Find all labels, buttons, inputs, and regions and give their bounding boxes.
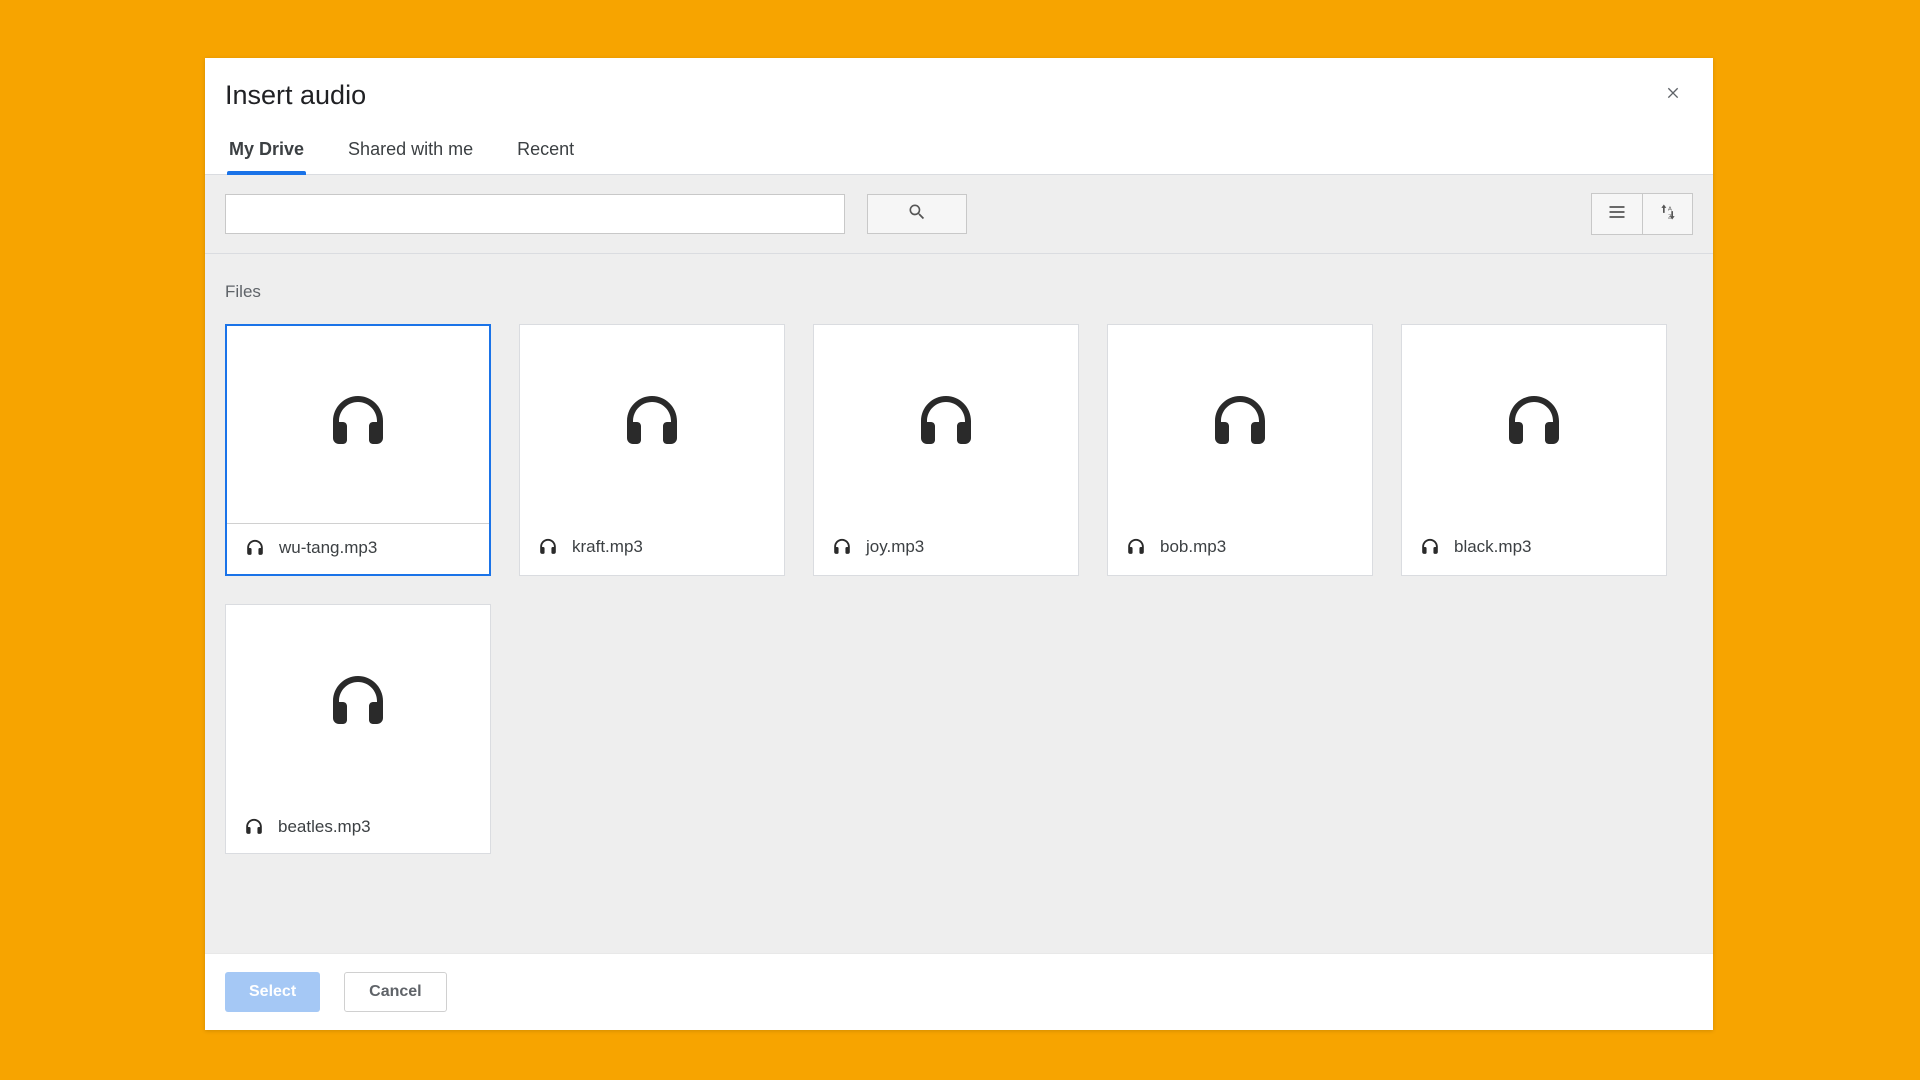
- file-thumbnail: [520, 325, 784, 523]
- search-button[interactable]: [867, 194, 967, 234]
- headphones-icon: [538, 537, 558, 557]
- picker-toolbar: A Z: [205, 174, 1713, 254]
- close-icon: [1665, 83, 1681, 105]
- file-meta: joy.mp3: [814, 523, 1078, 573]
- file-meta: kraft.mp3: [520, 523, 784, 573]
- list-view-button[interactable]: [1592, 194, 1642, 234]
- svg-text:Z: Z: [1668, 214, 1672, 220]
- headphones-icon: [326, 390, 390, 459]
- file-card[interactable]: black.mp3: [1401, 324, 1667, 576]
- file-meta: black.mp3: [1402, 523, 1666, 573]
- headphones-icon: [245, 538, 265, 558]
- headphones-icon: [326, 670, 390, 739]
- headphones-icon: [1502, 390, 1566, 459]
- file-meta: beatles.mp3: [226, 803, 490, 853]
- file-browser[interactable]: Files wu-tang.mp3 kraft.mp3 joy.mp3 bob.mp3…: [205, 254, 1713, 953]
- headphones-icon: [244, 817, 264, 837]
- file-name: beatles.mp3: [278, 817, 371, 837]
- search-icon: [907, 202, 927, 227]
- headphones-icon: [1420, 537, 1440, 557]
- tab-shared-with-me[interactable]: Shared with me: [346, 139, 475, 174]
- file-card[interactable]: bob.mp3: [1107, 324, 1373, 576]
- tab-my-drive[interactable]: My Drive: [227, 139, 306, 174]
- picker-tabs: My Drive Shared with me Recent: [225, 139, 1693, 174]
- sort-button[interactable]: A Z: [1642, 194, 1692, 234]
- list-icon: [1607, 202, 1627, 227]
- select-button[interactable]: Select: [225, 972, 320, 1012]
- dialog-header: Insert audio My Drive Shared with me Recen…: [205, 58, 1713, 174]
- file-name: kraft.mp3: [572, 537, 643, 557]
- svg-text:A: A: [1668, 206, 1672, 212]
- file-card[interactable]: beatles.mp3: [225, 604, 491, 854]
- files-section-label: Files: [225, 282, 1693, 302]
- file-name: black.mp3: [1454, 537, 1531, 557]
- file-name: bob.mp3: [1160, 537, 1226, 557]
- file-name: joy.mp3: [866, 537, 924, 557]
- close-button[interactable]: [1661, 84, 1685, 108]
- headphones-icon: [914, 390, 978, 459]
- file-grid: wu-tang.mp3 kraft.mp3 joy.mp3 bob.mp3 black.…: [225, 324, 1693, 854]
- file-name: wu-tang.mp3: [279, 538, 377, 558]
- file-card[interactable]: wu-tang.mp3: [225, 324, 491, 576]
- headphones-icon: [832, 537, 852, 557]
- search-input[interactable]: [225, 194, 845, 234]
- dialog-title: Insert audio: [225, 80, 1693, 111]
- file-thumbnail: [226, 605, 490, 803]
- file-card[interactable]: kraft.mp3: [519, 324, 785, 576]
- file-card[interactable]: joy.mp3: [813, 324, 1079, 576]
- tab-recent[interactable]: Recent: [515, 139, 576, 174]
- headphones-icon: [1126, 537, 1146, 557]
- cancel-button[interactable]: Cancel: [344, 972, 446, 1012]
- headphones-icon: [1208, 390, 1272, 459]
- file-meta: bob.mp3: [1108, 523, 1372, 573]
- file-thumbnail: [227, 326, 489, 524]
- view-toggle-group: A Z: [1591, 193, 1693, 235]
- headphones-icon: [620, 390, 684, 459]
- insert-audio-dialog: Insert audio My Drive Shared with me Recen…: [205, 58, 1713, 1030]
- file-thumbnail: [1108, 325, 1372, 523]
- file-thumbnail: [1402, 325, 1666, 523]
- dialog-footer: Select Cancel: [205, 953, 1713, 1030]
- file-meta: wu-tang.mp3: [227, 524, 489, 574]
- file-thumbnail: [814, 325, 1078, 523]
- sort-az-icon: A Z: [1658, 202, 1678, 227]
